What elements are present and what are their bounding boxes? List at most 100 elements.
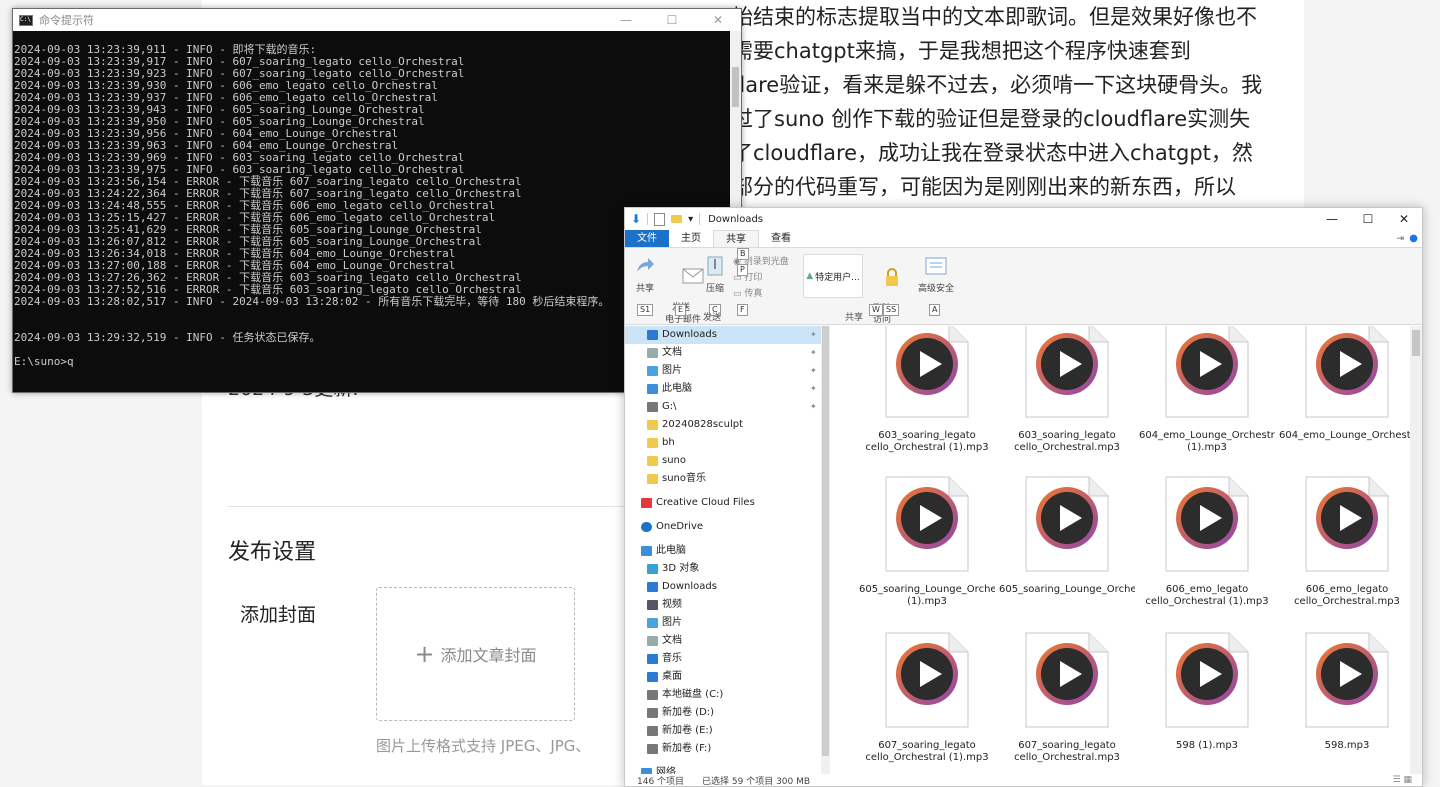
properties-icon[interactable] bbox=[654, 212, 666, 226]
file-item[interactable]: 604_emo_Lounge_Orchestral (1).mp3 bbox=[1139, 326, 1275, 454]
minimize-button[interactable]: — bbox=[1314, 208, 1350, 230]
zip-button[interactable]: 压缩 bbox=[703, 256, 727, 294]
status-bar: 146 个项目 已选择 59 个项目 300 MB ☰ ▦ bbox=[625, 774, 1422, 786]
file-name: 603_soaring_legato cello_Orchestral (1).… bbox=[865, 430, 989, 453]
nav-item-label: 新加卷 (E:) bbox=[662, 725, 713, 736]
nav-item[interactable]: G:\ ✦ bbox=[625, 398, 821, 416]
nav-item[interactable]: 音乐 bbox=[625, 650, 821, 668]
file-view[interactable]: 603_soaring_legato cello_Orchestral (1).… bbox=[833, 326, 1410, 774]
file-item[interactable]: 607_soaring_legato cello_Orchestral (1).… bbox=[859, 632, 995, 764]
pin-ribbon-icon[interactable]: ⇥ bbox=[1396, 234, 1404, 244]
nav-item[interactable]: 此电脑 bbox=[625, 542, 821, 560]
specific-users-dropdown[interactable]: ▲ 特定用户... bbox=[803, 254, 863, 298]
picture-icon bbox=[647, 618, 658, 628]
audio-file-icon bbox=[885, 632, 969, 728]
nav-item[interactable]: 新加卷 (F:) bbox=[625, 740, 821, 758]
nav-item[interactable]: 本地磁盘 (C:) bbox=[625, 686, 821, 704]
nav-item[interactable]: 图片 ✦ bbox=[625, 362, 821, 380]
view-toggle-icon[interactable]: ☰ ▦ bbox=[1393, 775, 1412, 785]
tab-home[interactable]: 主页 bbox=[669, 230, 713, 247]
nav-item[interactable]: bh bbox=[625, 434, 821, 452]
explorer-title: Downloads bbox=[708, 213, 764, 225]
nav-item[interactable]: suno bbox=[625, 452, 821, 470]
users-icon: ▲ bbox=[806, 271, 814, 281]
tab-file[interactable]: 文件 bbox=[625, 230, 669, 247]
ribbon-share: 共享 发送 电子邮件 压缩 ◉ 刻录到光盘 ▭ 打印 ▭ 传真 bbox=[625, 247, 1422, 325]
nav-item[interactable]: 文档 bbox=[625, 632, 821, 650]
audio-file-icon bbox=[1165, 632, 1249, 728]
close-button[interactable]: ✕ bbox=[1386, 208, 1422, 230]
item-count: 146 个项目 bbox=[637, 776, 685, 787]
nav-item[interactable]: 桌面 bbox=[625, 668, 821, 686]
drive-icon bbox=[647, 726, 658, 736]
navigation-pane[interactable]: Downloads ✦ 文档 ✦ 图片 ✦ 此电脑 ✦ G:\ ✦ 20240828sculpt bh… bbox=[625, 326, 821, 774]
article-line: 需要chatgpt来搞，于是我想把这个程序快速套到 bbox=[732, 39, 1191, 63]
tab-view[interactable]: 查看 bbox=[759, 230, 803, 247]
key-tip: A bbox=[929, 304, 941, 316]
nav-item-label: 视频 bbox=[662, 599, 682, 610]
cmd-titlebar[interactable]: C:\ 命令提示符 — ☐ ✕ bbox=[13, 9, 741, 31]
key-tip: P bbox=[737, 264, 748, 276]
audio-file-icon bbox=[1305, 326, 1389, 418]
desktop-icon bbox=[647, 672, 658, 682]
folder-icon bbox=[647, 420, 658, 430]
minimize-button[interactable]: — bbox=[603, 13, 649, 27]
nav-item[interactable]: 网络 bbox=[625, 764, 821, 774]
audio-file-icon bbox=[1165, 476, 1249, 572]
article-line: flare验证，看来是躲不过去，必须啃一下这块硬骨头。我 bbox=[732, 73, 1263, 97]
nav-item[interactable]: Creative Cloud Files bbox=[625, 494, 821, 512]
nav-item[interactable]: suno音乐 bbox=[625, 470, 821, 488]
explorer-window[interactable]: ⬇ ▾ Downloads — ☐ ✕ 文件 主页 共享 查看 ⇥ ● 共享 电… bbox=[624, 207, 1423, 787]
file-item[interactable]: 603_soaring_legato cello_Orchestral (1).… bbox=[859, 326, 995, 454]
nav-item[interactable]: 视频 bbox=[625, 596, 821, 614]
nav-item[interactable]: OneDrive bbox=[625, 518, 821, 536]
nav-item[interactable]: 文档 ✦ bbox=[625, 344, 821, 362]
quick-access-dropdown-icon[interactable]: ▾ bbox=[688, 214, 693, 225]
key-tip: F bbox=[737, 304, 748, 316]
music-icon bbox=[647, 654, 658, 664]
maximize-button[interactable]: ☐ bbox=[649, 13, 695, 27]
close-button[interactable]: ✕ bbox=[695, 13, 741, 27]
nav-item-label: G:\ bbox=[662, 401, 677, 412]
nav-item[interactable]: 新加卷 (D:) bbox=[625, 704, 821, 722]
nav-item[interactable]: Downloads bbox=[625, 578, 821, 596]
file-item[interactable]: 605_soaring_Lounge_Orchestral (1).mp3 bbox=[859, 476, 995, 608]
cmd-title: 命令提示符 bbox=[39, 14, 94, 27]
explorer-titlebar[interactable]: ⬇ ▾ Downloads — ☐ ✕ bbox=[625, 208, 1422, 230]
nav-item[interactable]: 此电脑 ✦ bbox=[625, 380, 821, 398]
pin-icon: ✦ bbox=[810, 402, 817, 411]
file-item[interactable]: 604_emo_Lounge_Orchestral.mp3 bbox=[1279, 326, 1410, 454]
file-item[interactable]: 598 (1).mp3 bbox=[1139, 632, 1275, 764]
help-icon[interactable]: ● bbox=[1409, 233, 1418, 244]
file-item[interactable]: 605_soaring_Lounge_Orchestral.mp3 bbox=[999, 476, 1135, 608]
share-button[interactable]: 共享 bbox=[631, 256, 659, 294]
nav-item[interactable]: 图片 bbox=[625, 614, 821, 632]
nav-item[interactable]: 3D 对象 bbox=[625, 560, 821, 578]
nav-scrollbar[interactable] bbox=[821, 326, 830, 774]
nav-item[interactable]: Downloads ✦ bbox=[625, 326, 821, 344]
nav-item[interactable]: 20240828sculpt bbox=[625, 416, 821, 434]
nav-item-label: bh bbox=[662, 437, 675, 448]
tab-share[interactable]: 共享 bbox=[713, 230, 759, 247]
nav-item[interactable]: 新加卷 (E:) bbox=[625, 722, 821, 740]
new-folder-icon[interactable] bbox=[671, 215, 683, 223]
fax-button[interactable]: ▭ 传真 bbox=[733, 286, 762, 299]
audio-file-icon bbox=[885, 476, 969, 572]
add-cover-button[interactable]: + 添加文章封面 bbox=[376, 587, 575, 721]
maximize-button[interactable]: ☐ bbox=[1350, 208, 1386, 230]
advanced-security-button[interactable]: 高级安全 bbox=[915, 256, 957, 294]
file-name: 604_emo_Lounge_Orchestral.mp3 bbox=[1279, 430, 1410, 441]
file-item[interactable]: 606_emo_legato cello_Orchestral.mp3 bbox=[1279, 476, 1410, 608]
file-item[interactable]: 598.mp3 bbox=[1279, 632, 1410, 764]
key-tip: B bbox=[737, 248, 749, 260]
file-item[interactable]: 603_soaring_legato cello_Orchestral.mp3 bbox=[999, 326, 1135, 454]
pin-icon: ✦ bbox=[810, 330, 817, 339]
nav-item-label: 图片 bbox=[662, 617, 682, 628]
content-scrollbar[interactable] bbox=[1410, 326, 1422, 774]
file-item[interactable]: 606_emo_legato cello_Orchestral (1).mp3 bbox=[1139, 476, 1275, 608]
article-line: 过了suno 创作下载的验证但是登录的cloudflare实测失 bbox=[732, 107, 1251, 131]
send-group-label: 发送 bbox=[703, 313, 722, 323]
file-item[interactable]: 607_soaring_legato cello_Orchestral.mp3 bbox=[999, 632, 1135, 764]
nav-item-label: 文档 bbox=[662, 347, 682, 358]
cmd-icon: C:\ bbox=[19, 14, 33, 26]
